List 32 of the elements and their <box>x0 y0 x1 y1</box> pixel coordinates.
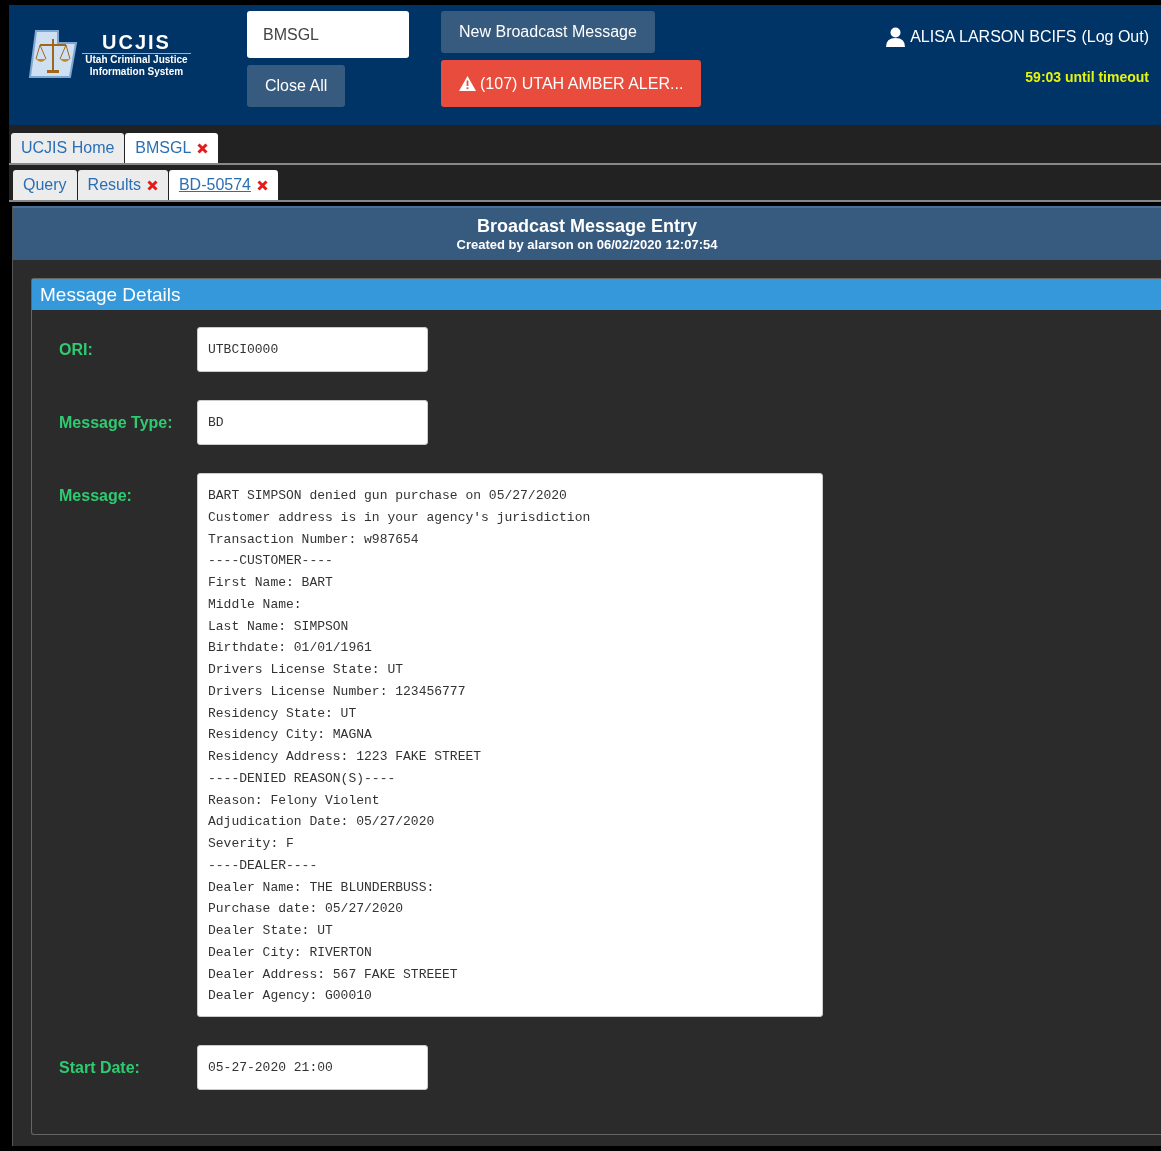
field-label: Message: <box>59 486 133 505</box>
logout-link[interactable]: (Log Out) <box>1081 28 1149 46</box>
scales-logo-icon <box>28 29 80 79</box>
close-icon[interactable] <box>146 179 158 191</box>
panel-title: Message Details <box>32 279 1161 310</box>
warning-icon <box>459 76 476 91</box>
logo-title: UCJIS <box>82 30 191 54</box>
tab[interactable]: UCJIS Home <box>11 133 125 163</box>
close-all-button[interactable]: Close All <box>247 65 346 107</box>
field-label: Start Date: <box>59 1058 141 1077</box>
page-title: Broadcast Message Entry <box>476 216 698 237</box>
input-field[interactable]: 05-27-2020 21:00 <box>197 1045 428 1090</box>
tab[interactable]: BD-50574 <box>168 170 278 200</box>
message-field[interactable]: BART SIMPSON denied gun purchase on 05/27/2020 Customer address is in your agency's jurisdiction Transaction Number: w987654 ----CUSTOMER---- First Name: BART Middle Name: Last Name: SIMPSON Birthdate: 01/01/1961 Drivers License State: UT Drivers License Number: 123456777 Residency State: UT Residency City: MAGNA Residency Address: 1223 FAKE STREET ----DENIED REASON(S)---- Reason: Felony Violent Adjudication Date: 05/27/2020 Severity: F ----DEALER---- Dealer Name: THE BLUNDERBUSS: Purchase date: 05/27/2020 Dealer State: UT Dealer City: RIVERTON Dealer Address: 567 FAKE STREEET Dealer Agency: G00010 <box>197 473 823 1017</box>
close-icon[interactable] <box>197 142 209 154</box>
user-name: ALISA LARSON BCIFS <box>910 28 1077 46</box>
page-subtitle: Created by alarson on 06/02/2020 12:07:54 <box>456 237 718 252</box>
logo-subtitle: Information System <box>89 65 184 78</box>
tab[interactable]: BMSGL <box>125 133 219 163</box>
input-field[interactable]: UTBCI0000 <box>197 327 428 372</box>
field-label: Message Type: <box>59 413 174 432</box>
input-field[interactable]: BD <box>197 400 428 445</box>
field-label: ORI: <box>59 340 94 359</box>
close-icon[interactable] <box>257 179 268 191</box>
timeout-text: 59:03 until timeout <box>1025 69 1149 85</box>
new-message-button[interactable]: New Broadcast Message <box>441 11 655 53</box>
user-icon <box>886 27 906 47</box>
logo-subtitle: Utah Criminal Justice <box>85 53 188 66</box>
search-field[interactable]: BMSGL <box>247 11 409 58</box>
tab[interactable]: Results <box>77 170 168 200</box>
alert-button[interactable]: (107) UTAH AMBER ALER... <box>441 60 702 107</box>
tab[interactable]: Query <box>13 170 77 200</box>
